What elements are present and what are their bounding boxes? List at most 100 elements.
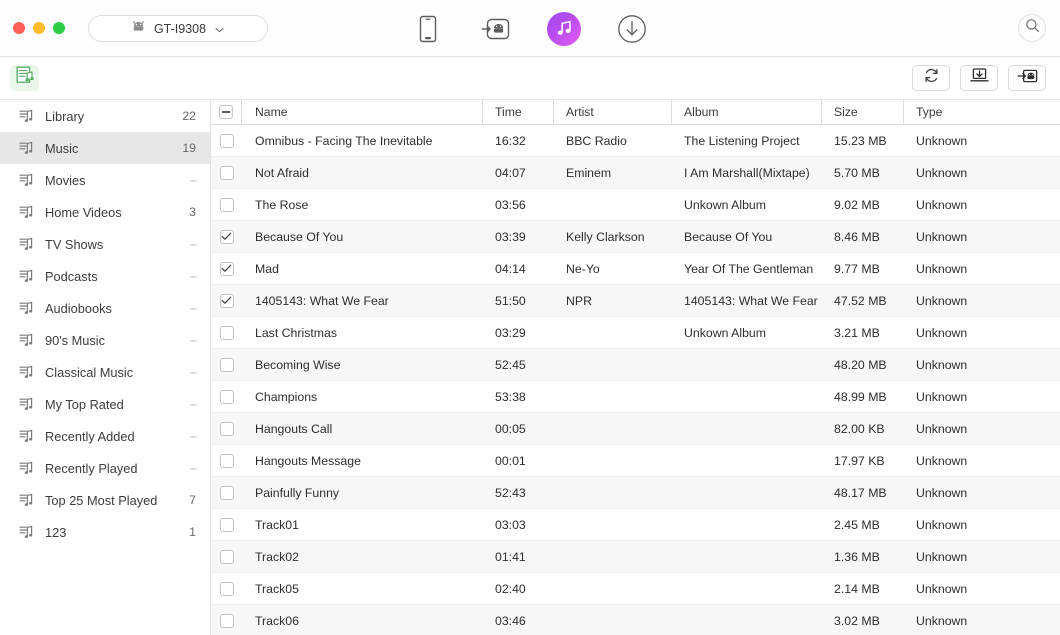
row-checkbox-cell[interactable] bbox=[211, 381, 242, 412]
row-checkbox-cell[interactable] bbox=[211, 285, 242, 316]
table-row[interactable]: 1405143: What We Fear 51:50 NPR 1405143: Wh… bbox=[211, 285, 1060, 317]
table-row[interactable]: Because Of You 03:39 Kelly Clarkson Because… bbox=[211, 221, 1060, 253]
search-button[interactable] bbox=[1018, 14, 1046, 42]
sidebar-item-recently-added[interactable]: Recently Added -- bbox=[0, 420, 210, 452]
column-header-size[interactable]: Size bbox=[822, 100, 904, 124]
playlist-tab-button[interactable] bbox=[10, 65, 39, 91]
row-checkbox-cell[interactable] bbox=[211, 157, 242, 188]
table-row[interactable]: Hangouts Message 00:01 17.97 KB Unknown bbox=[211, 445, 1060, 477]
table-row[interactable]: The Rose 03:56 Unkown Album 9.02 MB Unknown bbox=[211, 189, 1060, 221]
table-row[interactable]: Track05 02:40 2.14 MB Unknown bbox=[211, 573, 1060, 605]
sidebar-item-music[interactable]: Music 19 bbox=[0, 132, 210, 164]
tab-transfer[interactable] bbox=[478, 11, 514, 47]
table-row[interactable]: Last Christmas 03:29 Unkown Album 3.21 MB Un… bbox=[211, 317, 1060, 349]
table-row[interactable]: Track02 01:41 1.36 MB Unknown bbox=[211, 541, 1060, 573]
row-checkbox[interactable] bbox=[219, 549, 234, 564]
minimize-button[interactable] bbox=[33, 22, 45, 34]
sidebar-item-movies[interactable]: Movies -- bbox=[0, 164, 210, 196]
select-all-cell[interactable] bbox=[211, 100, 242, 124]
row-checkbox-cell[interactable] bbox=[211, 189, 242, 220]
sidebar-item-podcasts[interactable]: Podcasts -- bbox=[0, 260, 210, 292]
sidebar-item-label: My Top Rated bbox=[45, 396, 124, 412]
refresh-button[interactable] bbox=[912, 65, 950, 91]
export-to-computer-button[interactable] bbox=[960, 65, 998, 91]
column-header-artist[interactable]: Artist bbox=[554, 100, 672, 124]
table-row[interactable]: Track06 03:46 3.02 MB Unknown bbox=[211, 605, 1060, 635]
row-checkbox[interactable] bbox=[219, 517, 234, 532]
cell-album bbox=[672, 541, 822, 572]
column-header-time[interactable]: Time bbox=[483, 100, 554, 124]
row-checkbox-cell[interactable] bbox=[211, 413, 242, 444]
row-checkbox-cell[interactable] bbox=[211, 221, 242, 252]
row-checkbox[interactable] bbox=[219, 325, 234, 340]
table-row[interactable]: Not Afraid 04:07 Eminem I Am Marshall(Mixta… bbox=[211, 157, 1060, 189]
tab-device[interactable] bbox=[410, 11, 446, 47]
row-checkbox[interactable] bbox=[219, 357, 234, 372]
row-checkbox-cell[interactable] bbox=[211, 253, 242, 284]
select-all-checkbox[interactable] bbox=[219, 105, 233, 119]
row-checkbox-cell[interactable] bbox=[211, 445, 242, 476]
column-header-album[interactable]: Album bbox=[672, 100, 822, 124]
table-row[interactable]: Painfully Funny 52:43 48.17 MB Unknown bbox=[211, 477, 1060, 509]
table-row[interactable]: Becoming Wise 52:45 48.20 MB Unknown bbox=[211, 349, 1060, 381]
column-header-type[interactable]: Type bbox=[904, 100, 1060, 124]
row-checkbox[interactable] bbox=[219, 421, 234, 436]
row-checkbox[interactable] bbox=[219, 453, 234, 468]
table-row[interactable]: Hangouts Call 00:05 82.00 KB Unknown bbox=[211, 413, 1060, 445]
playlist-note-icon bbox=[17, 365, 34, 380]
cell-size: 48.20 MB bbox=[834, 357, 887, 372]
sidebar-item-my-top-rated[interactable]: My Top Rated -- bbox=[0, 388, 210, 420]
playlist-note-icon bbox=[17, 301, 34, 316]
sidebar-item-home-videos[interactable]: Home Videos 3 bbox=[0, 196, 210, 228]
sidebar-item-count: -- bbox=[189, 397, 197, 411]
row-checkbox[interactable] bbox=[219, 261, 234, 276]
table-row[interactable]: Champions 53:38 48.99 MB Unknown bbox=[211, 381, 1060, 413]
table-row[interactable]: Mad 04:14 Ne-Yo Year Of The Gentleman 9.77 M… bbox=[211, 253, 1060, 285]
sidebar-item-recently-played[interactable]: Recently Played -- bbox=[0, 452, 210, 484]
row-checkbox[interactable] bbox=[219, 133, 234, 148]
sidebar-item-90-s-music[interactable]: 90's Music -- bbox=[0, 324, 210, 356]
cell-name: Hangouts Call bbox=[255, 421, 333, 436]
cell-time: 53:38 bbox=[495, 389, 526, 404]
close-button[interactable] bbox=[13, 22, 25, 34]
export-to-device-button[interactable] bbox=[1008, 65, 1046, 91]
sidebar-item-audiobooks[interactable]: Audiobooks -- bbox=[0, 292, 210, 324]
playlist-note-icon bbox=[17, 237, 34, 252]
cell-name: The Rose bbox=[255, 197, 309, 212]
row-checkbox-cell[interactable] bbox=[211, 605, 242, 635]
cell-type: Unknown bbox=[916, 197, 968, 212]
row-checkbox-cell[interactable] bbox=[211, 317, 242, 348]
row-checkbox[interactable] bbox=[219, 389, 234, 404]
device-selector[interactable]: GT-I9308 bbox=[88, 15, 268, 42]
row-checkbox[interactable] bbox=[219, 581, 234, 596]
row-checkbox-cell[interactable] bbox=[211, 477, 242, 508]
row-checkbox-cell[interactable] bbox=[211, 125, 242, 156]
cell-name: Because Of You bbox=[255, 229, 344, 244]
sidebar-item-library[interactable]: Library 22 bbox=[0, 100, 210, 132]
maximize-button[interactable] bbox=[53, 22, 65, 34]
column-header-name[interactable]: Name bbox=[242, 100, 483, 124]
chevron-down-icon bbox=[215, 22, 224, 36]
sidebar-item-classical-music[interactable]: Classical Music -- bbox=[0, 356, 210, 388]
row-checkbox-cell[interactable] bbox=[211, 349, 242, 380]
row-checkbox[interactable] bbox=[219, 165, 234, 180]
refresh-icon bbox=[923, 67, 940, 89]
cell-size: 3.21 MB bbox=[834, 325, 880, 340]
sidebar-item-tv-shows[interactable]: TV Shows -- bbox=[0, 228, 210, 260]
row-checkbox[interactable] bbox=[219, 485, 234, 500]
tab-music[interactable] bbox=[546, 11, 582, 47]
row-checkbox-cell[interactable] bbox=[211, 573, 242, 604]
sidebar-item-123[interactable]: 123 1 bbox=[0, 516, 210, 548]
cell-type: Unknown bbox=[916, 421, 968, 436]
row-checkbox-cell[interactable] bbox=[211, 541, 242, 572]
tab-download[interactable] bbox=[614, 11, 650, 47]
table-row[interactable]: Track01 03:03 2.45 MB Unknown bbox=[211, 509, 1060, 541]
row-checkbox[interactable] bbox=[219, 613, 234, 628]
table-row[interactable]: Omnibus - Facing The Inevitable 16:32 BBC … bbox=[211, 125, 1060, 157]
row-checkbox[interactable] bbox=[219, 293, 234, 308]
cell-time: 04:14 bbox=[495, 261, 526, 276]
row-checkbox-cell[interactable] bbox=[211, 509, 242, 540]
row-checkbox[interactable] bbox=[219, 197, 234, 212]
row-checkbox[interactable] bbox=[219, 229, 234, 244]
sidebar-item-top-25-most-played[interactable]: Top 25 Most Played 7 bbox=[0, 484, 210, 516]
